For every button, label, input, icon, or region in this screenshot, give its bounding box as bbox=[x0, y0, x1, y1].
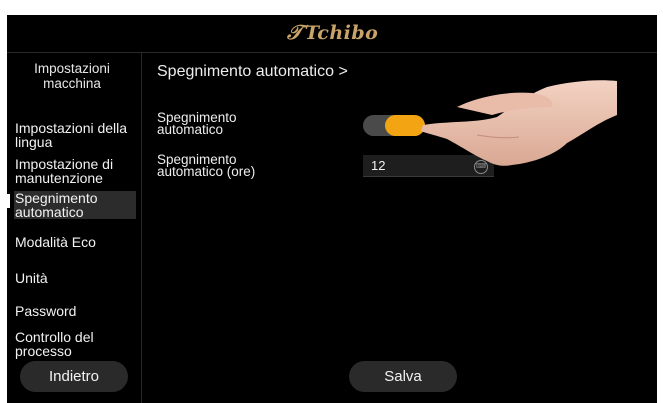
hand-crease bbox=[476, 134, 520, 139]
sidebar-item-process-control[interactable]: Controllo del processo bbox=[15, 330, 135, 358]
brand-name: Tchibo bbox=[304, 22, 379, 44]
tchibo-logo: 𝒯 Tchibo bbox=[287, 20, 378, 44]
header-bar: 𝒯 Tchibo bbox=[7, 15, 657, 53]
hours-input[interactable]: 12 ⌨ bbox=[363, 155, 494, 177]
hand-thumb bbox=[457, 92, 553, 115]
sidebar-item-units[interactable]: Unità bbox=[15, 271, 135, 285]
hours-label: Spegnimento automatico (ore) bbox=[157, 152, 256, 179]
auto-off-toggle[interactable] bbox=[363, 115, 425, 136]
sidebar-item-maintenance-settings[interactable]: Impostazione di manutenzione bbox=[15, 157, 135, 185]
save-button[interactable]: Salva bbox=[349, 361, 457, 392]
hand-palm bbox=[421, 80, 617, 166]
sidebar-item-eco-mode[interactable]: Modalità Eco bbox=[15, 235, 135, 249]
hours-value: 12 bbox=[371, 158, 386, 173]
settings-sidebar: Impostazioni macchina Impostazioni della… bbox=[7, 53, 142, 403]
keyboard-icon[interactable]: ⌨ bbox=[474, 160, 488, 174]
sidebar-item-auto-off[interactable]: Spegnimento automatico bbox=[14, 191, 136, 219]
device-screen: 𝒯 Tchibo Impostazioni macchina Impostazio… bbox=[7, 15, 657, 403]
toggle-knob bbox=[385, 115, 425, 136]
active-item-marker bbox=[7, 194, 10, 208]
auto-off-label: Spegnimento automatico bbox=[157, 110, 237, 137]
sidebar-title: Impostazioni macchina bbox=[34, 61, 110, 91]
tchibo-logo-mark-icon: 𝒯 bbox=[287, 20, 303, 44]
sidebar-item-password[interactable]: Password bbox=[15, 304, 135, 318]
page-title: Spegnimento automatico > bbox=[157, 63, 348, 80]
sidebar-item-language-settings[interactable]: Impostazioni della lingua bbox=[15, 121, 135, 149]
back-button[interactable]: Indietro bbox=[20, 361, 128, 392]
